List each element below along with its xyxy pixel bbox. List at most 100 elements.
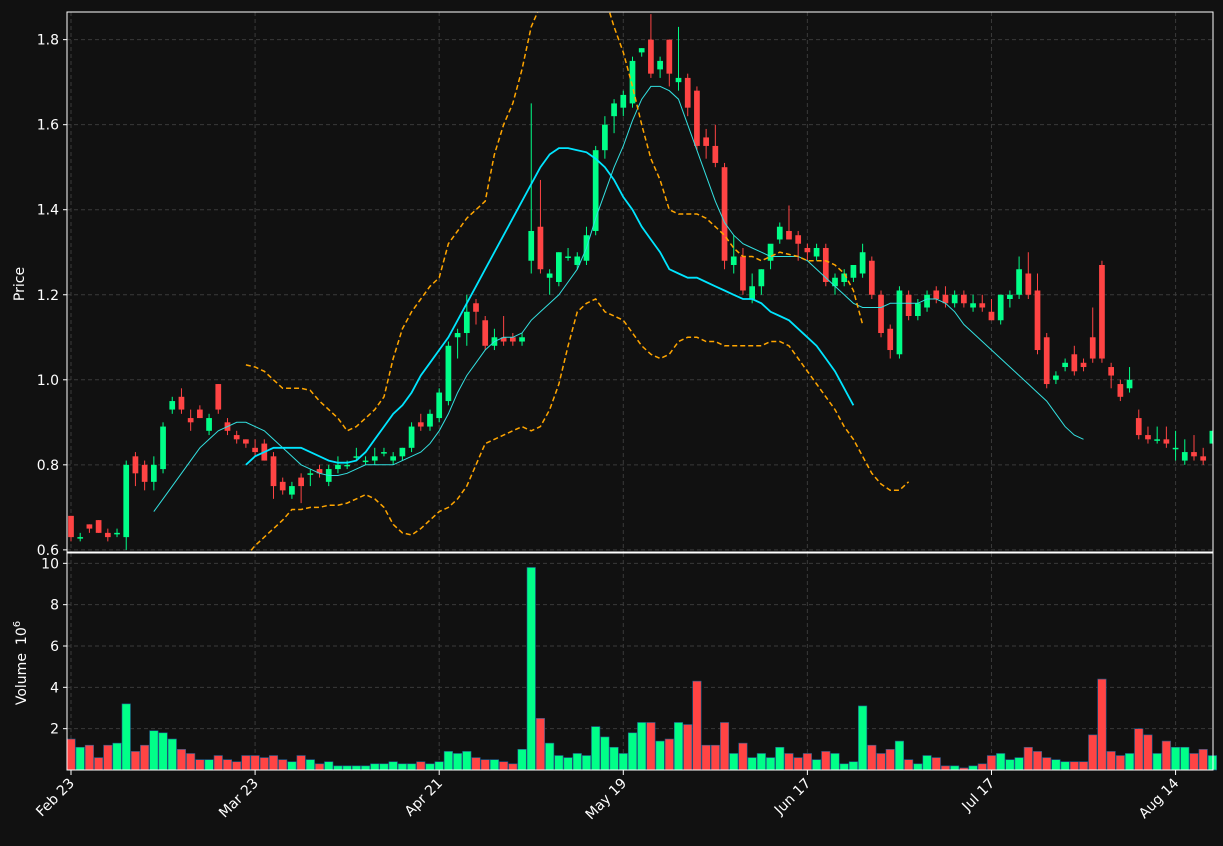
volume-bar xyxy=(756,753,766,771)
candle-body xyxy=(243,439,249,444)
candle-body xyxy=(657,60,663,70)
price-ytick-label: 1.4 xyxy=(37,203,59,219)
candle-body xyxy=(1071,354,1078,372)
candle-body xyxy=(482,320,489,346)
volume-bar xyxy=(600,736,610,771)
candle-body xyxy=(1016,269,1022,295)
candle-body xyxy=(252,447,258,453)
volume-bar xyxy=(1078,761,1089,771)
candle-body xyxy=(758,269,765,287)
candle-body xyxy=(795,235,802,244)
volume-bar xyxy=(627,732,638,771)
volume-bar xyxy=(913,763,923,771)
candle-body xyxy=(1191,452,1197,457)
volume-bar xyxy=(858,705,868,771)
candle-body xyxy=(86,524,93,529)
volume-bar xyxy=(103,744,113,771)
volume-bar xyxy=(876,753,886,771)
volume-bar xyxy=(149,730,159,771)
volume-bar xyxy=(250,755,260,771)
candle-body xyxy=(804,247,811,253)
candlestick-chart: 0.60.81.01.21.41.61.8246810Feb 23 Mar 23 A… xyxy=(0,0,1223,842)
candle-body xyxy=(104,532,111,538)
volume-bar xyxy=(977,763,987,771)
volume-bar xyxy=(1207,755,1217,771)
volume-bar xyxy=(204,759,214,771)
volume-bar xyxy=(287,761,297,771)
volume-bar xyxy=(379,763,389,771)
candle-body xyxy=(740,256,746,291)
candle-body xyxy=(1089,337,1096,359)
volume-bar xyxy=(1161,740,1171,771)
volume-bar xyxy=(554,755,564,771)
chart-background xyxy=(0,0,1223,842)
candle-body xyxy=(1007,294,1013,300)
candle-body xyxy=(298,477,304,487)
volume-bar xyxy=(637,722,647,771)
candle-body xyxy=(206,418,212,431)
candle-body xyxy=(694,90,700,146)
candle-body xyxy=(611,103,617,117)
volume-bar xyxy=(664,738,674,771)
candle-body xyxy=(463,311,470,334)
volume-bar xyxy=(314,763,325,771)
volume-bar xyxy=(821,751,831,771)
volume-bar xyxy=(112,742,122,771)
candle-body xyxy=(638,48,645,53)
volume-bar xyxy=(692,680,702,771)
candle-body xyxy=(445,345,452,402)
candle-body xyxy=(961,294,967,304)
volume-axis-exponent: 6 xyxy=(12,621,23,627)
candle-body xyxy=(169,401,176,410)
volume-bar xyxy=(434,761,444,771)
candle-body xyxy=(417,422,424,427)
candle-body xyxy=(1034,290,1041,351)
volume-bar xyxy=(839,763,849,771)
candle-body xyxy=(914,303,921,317)
candle-body xyxy=(1053,375,1059,380)
candle-body xyxy=(970,303,976,308)
candle-body xyxy=(519,337,525,342)
candle-body xyxy=(703,137,709,146)
candle-body xyxy=(813,247,820,257)
candle-body xyxy=(362,460,369,463)
candle-body xyxy=(399,447,406,457)
candle-body xyxy=(602,124,608,151)
volume-bar xyxy=(738,742,748,771)
volume-ytick-label: 10 xyxy=(41,556,59,572)
volume-bar xyxy=(701,744,711,771)
volume-ytick-label: 4 xyxy=(50,680,59,696)
candle-body xyxy=(123,464,130,538)
volume-bar xyxy=(333,765,343,771)
candle-body xyxy=(859,252,866,274)
candle-body xyxy=(1145,435,1151,440)
volume-bar xyxy=(416,761,426,771)
candle-body xyxy=(141,464,148,482)
candle-body xyxy=(473,303,479,312)
volume-bar xyxy=(370,763,380,771)
volume-bar xyxy=(1134,728,1144,771)
volume-bar xyxy=(646,722,656,771)
volume-ytick-label: 8 xyxy=(50,598,59,614)
volume-bar xyxy=(425,763,435,771)
volume-bar xyxy=(683,724,693,771)
volume-axis-exponent-base: 10 xyxy=(14,627,30,645)
candle-body xyxy=(786,230,792,240)
candle-body xyxy=(776,226,783,240)
candle-body xyxy=(933,290,940,300)
candle-body xyxy=(307,473,314,475)
volume-bar xyxy=(848,761,858,771)
volume-bar xyxy=(213,755,223,771)
candle-body xyxy=(279,481,286,491)
volume-bar xyxy=(232,761,242,771)
volume-bar xyxy=(1106,751,1116,771)
volume-bar xyxy=(950,765,960,771)
volume-bar xyxy=(591,726,601,771)
price-ytick-label: 1.0 xyxy=(37,373,59,389)
candle-body xyxy=(427,413,433,427)
candle-body xyxy=(1043,337,1050,385)
volume-bar xyxy=(1060,761,1070,771)
volume-bar xyxy=(397,763,407,771)
volume-bar xyxy=(489,759,499,771)
volume-bar xyxy=(885,749,895,771)
